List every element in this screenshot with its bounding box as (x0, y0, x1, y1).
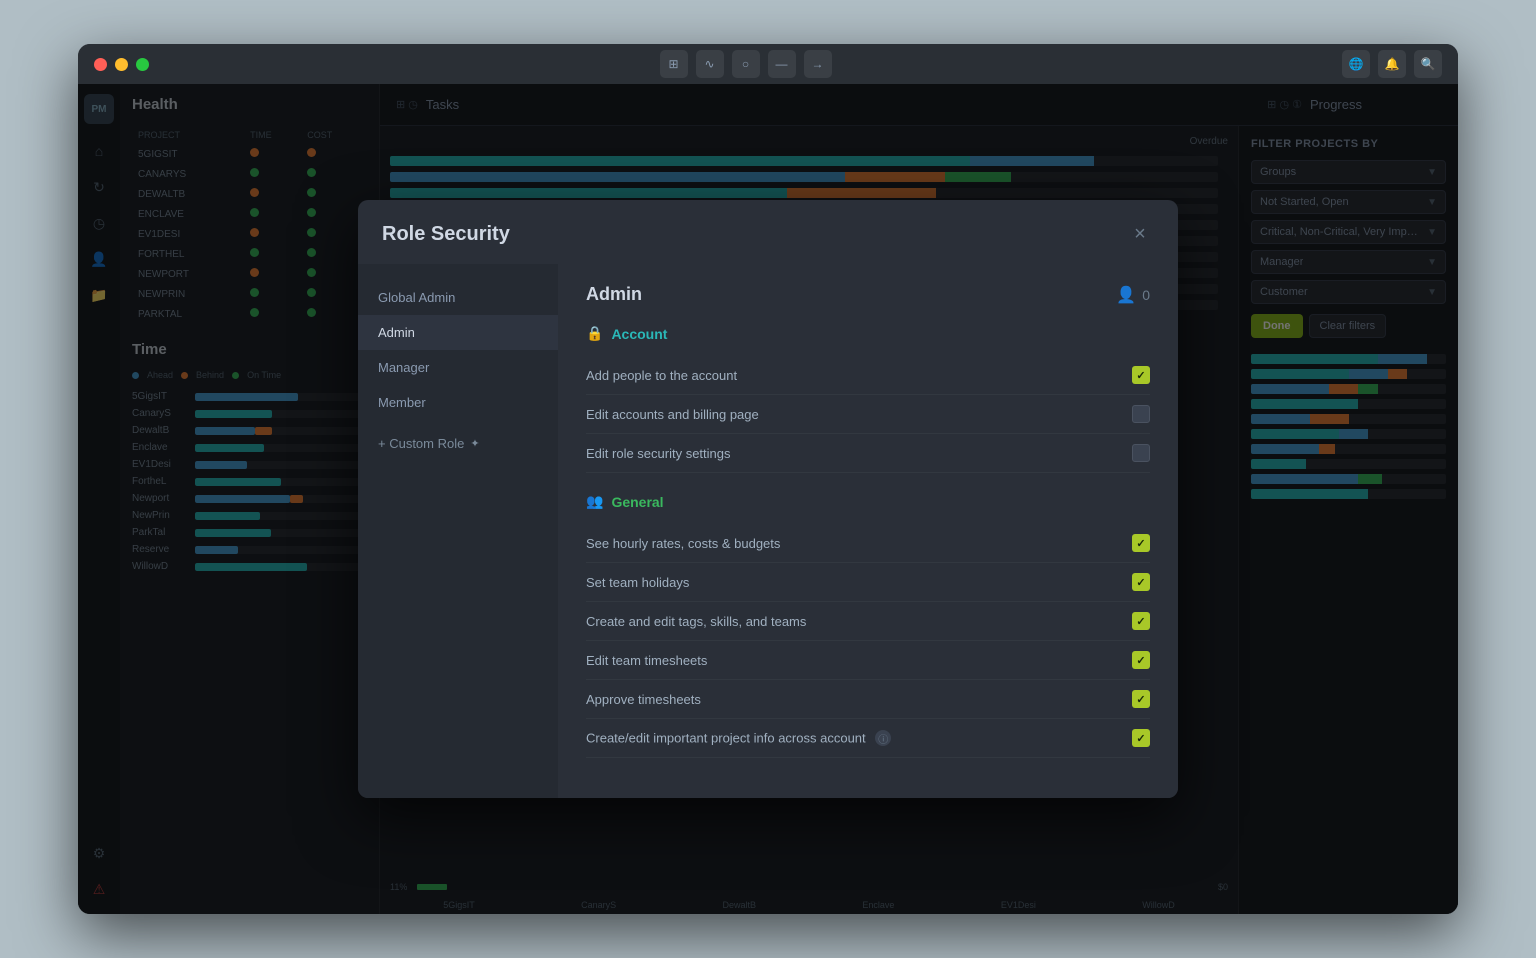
custom-role-label: + Custom Role (378, 436, 464, 451)
modal-sidebar: Global Admin Admin Manager Member + Cust… (358, 264, 558, 798)
account-section: 🔒 Account Add people to the account ✓ (586, 325, 1150, 473)
permission-timesheets: Edit team timesheets ✓ (586, 641, 1150, 680)
permission-team-holidays: Set team holidays ✓ (586, 563, 1150, 602)
permission-edit-accounts: Edit accounts and billing page (586, 395, 1150, 434)
permission-edit-role-security: Edit role security settings (586, 434, 1150, 473)
permission-label-hourly-rates: See hourly rates, costs & budgets (586, 536, 780, 551)
traffic-lights (94, 58, 149, 71)
checkbox-important-project-info[interactable]: ✓ (1132, 729, 1150, 747)
general-section: 👥 General See hourly rates, costs & budg… (586, 493, 1150, 758)
titlebar-center: ⊞ ∿ ○ — → (149, 50, 1342, 78)
general-section-title: 👥 General (586, 493, 1150, 510)
app-body: PM ⌂ ↻ ◷ 👤 📁 ⚙ ⚠ Health PROJECT (78, 84, 1458, 914)
role-item-member[interactable]: Member (358, 385, 558, 420)
permission-tags-skills: Create and edit tags, skills, and teams … (586, 602, 1150, 641)
globe-icon[interactable]: 🌐 (1342, 50, 1370, 78)
star-icon: ✦ (470, 437, 479, 450)
close-button[interactable] (94, 58, 107, 71)
user-count: 👤 0 (1116, 285, 1150, 305)
checkbox-edit-accounts[interactable] (1132, 405, 1150, 423)
modal-header: Role Security × (358, 200, 1178, 264)
shield-icon: 🔒 (586, 325, 603, 342)
modal-role-header: Admin 👤 0 (586, 284, 1150, 305)
people-icon: 👥 (586, 493, 603, 510)
permission-add-people: Add people to the account ✓ (586, 356, 1150, 395)
checkbox-approve-timesheets[interactable]: ✓ (1132, 690, 1150, 708)
checkbox-edit-role-security[interactable] (1132, 444, 1150, 462)
checkmark-icon: ✓ (1136, 369, 1145, 382)
permission-label-tags-skills: Create and edit tags, skills, and teams (586, 614, 806, 629)
permission-important-project-info: Create/edit important project info acros… (586, 719, 1150, 758)
checkbox-team-holidays[interactable]: ✓ (1132, 573, 1150, 591)
search-icon[interactable]: 🔍 (1414, 50, 1442, 78)
bell-icon[interactable]: 🔔 (1378, 50, 1406, 78)
checkbox-hourly-rates[interactable]: ✓ (1132, 534, 1150, 552)
permission-label-team-holidays: Set team holidays (586, 575, 689, 590)
permission-label-timesheets: Edit team timesheets (586, 653, 707, 668)
grid-icon[interactable]: ⊞ (660, 50, 688, 78)
role-item-global-admin[interactable]: Global Admin (358, 280, 558, 315)
info-icon[interactable]: ⓘ (875, 730, 891, 746)
person-icon: 👤 (1116, 285, 1136, 305)
modal-main-content: Admin 👤 0 🔒 Account (558, 264, 1178, 798)
checkbox-add-people[interactable]: ✓ (1132, 366, 1150, 384)
permission-hourly-rates: See hourly rates, costs & budgets ✓ (586, 524, 1150, 563)
modal-overlay: Role Security × Global Admin Admin Manag… (78, 84, 1458, 914)
titlebar: ⊞ ∿ ○ — → 🌐 🔔 🔍 (78, 44, 1458, 84)
role-item-admin[interactable]: Admin (358, 315, 558, 350)
permission-label-edit-accounts: Edit accounts and billing page (586, 407, 759, 422)
minimize-button[interactable] (115, 58, 128, 71)
account-section-title: 🔒 Account (586, 325, 1150, 342)
permission-label-approve-timesheets: Approve timesheets (586, 692, 701, 707)
permission-label-edit-role-security: Edit role security settings (586, 446, 731, 461)
permission-label-important-project-info: Create/edit important project info acros… (586, 730, 891, 746)
wave-icon[interactable]: ∿ (696, 50, 724, 78)
user-count-value: 0 (1142, 287, 1150, 303)
arrow-icon[interactable]: → (804, 50, 832, 78)
role-item-manager[interactable]: Manager (358, 350, 558, 385)
checkbox-tags-skills[interactable]: ✓ (1132, 612, 1150, 630)
circle-icon[interactable]: ○ (732, 50, 760, 78)
modal-title: Role Security (382, 223, 510, 246)
modal-body: Global Admin Admin Manager Member + Cust… (358, 264, 1178, 798)
modal-close-button[interactable]: × (1126, 220, 1154, 248)
custom-role-button[interactable]: + Custom Role ✦ (358, 426, 558, 461)
permission-approve-timesheets: Approve timesheets ✓ (586, 680, 1150, 719)
checkbox-timesheets[interactable]: ✓ (1132, 651, 1150, 669)
maximize-button[interactable] (136, 58, 149, 71)
titlebar-right: 🌐 🔔 🔍 (1342, 50, 1442, 78)
permission-label-add-people: Add people to the account (586, 368, 737, 383)
app-window: ⊞ ∿ ○ — → 🌐 🔔 🔍 PM ⌂ ↻ ◷ 👤 📁 ⚙ ⚠ (78, 44, 1458, 914)
active-role-name: Admin (586, 284, 642, 305)
minus-icon[interactable]: — (768, 50, 796, 78)
role-security-modal: Role Security × Global Admin Admin Manag… (358, 200, 1178, 798)
